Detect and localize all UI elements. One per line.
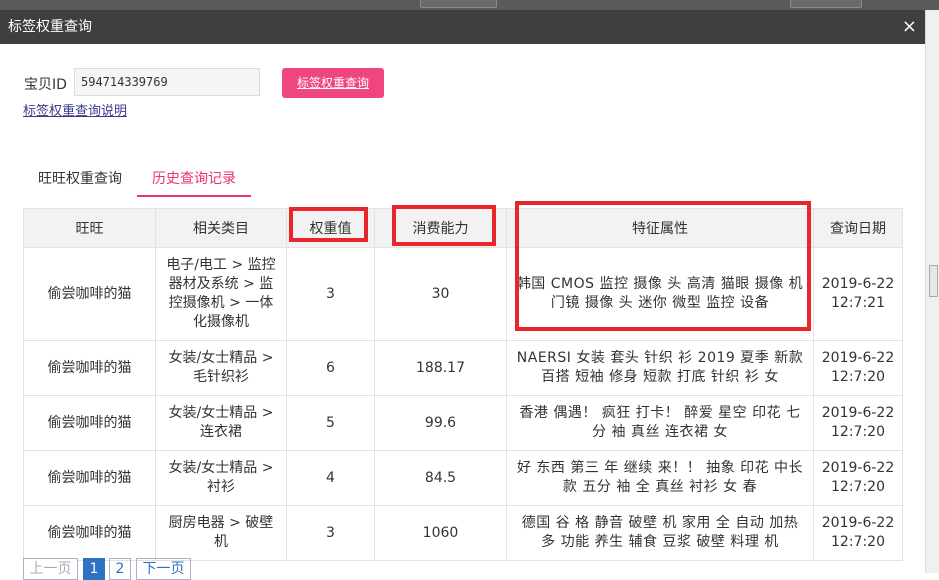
scrollbar-thumb[interactable] bbox=[929, 265, 938, 297]
cell-category: 电子/电工 > 监控器材及系统 > 监控摄像机 > 一体化摄像机 bbox=[155, 247, 287, 341]
next-page-button[interactable]: 下一页 bbox=[136, 558, 191, 580]
cell-wangwang: 偷尝咖啡的猫 bbox=[23, 505, 156, 561]
window-top-strip bbox=[0, 0, 939, 10]
page-2-button[interactable]: 2 bbox=[109, 558, 131, 580]
table-row: 偷尝咖啡的猫 女装/女士精品 > 连衣裙 5 99.6 香港 偶遇！ 疯狂 打卡… bbox=[23, 395, 903, 451]
cell-weight: 6 bbox=[286, 340, 375, 396]
cell-date: 2019-6-22 12:7:20 bbox=[813, 505, 903, 561]
cell-wangwang: 偷尝咖啡的猫 bbox=[23, 450, 156, 506]
prev-page-button[interactable]: 上一页 bbox=[23, 558, 78, 580]
cell-features: 好 东西 第三 年 继续 来！！ 抽象 印花 中长 款 五分 袖 全 真丝 衬衫… bbox=[506, 450, 814, 506]
cell-wangwang: 偷尝咖啡的猫 bbox=[23, 340, 156, 396]
background-button bbox=[420, 0, 497, 8]
header-features: 特征属性 bbox=[506, 208, 814, 248]
cell-date: 2019-6-22 12:7:21 bbox=[813, 247, 903, 341]
item-id-label: 宝贝ID bbox=[24, 77, 67, 93]
header-wangwang: 旺旺 bbox=[23, 208, 156, 248]
page-1-button[interactable]: 1 bbox=[83, 558, 105, 580]
table-header-row: 旺旺 相关类目 权重值 消费能力 特征属性 查询日期 bbox=[23, 208, 903, 248]
cell-weight: 3 bbox=[286, 247, 375, 341]
cell-weight: 3 bbox=[286, 505, 375, 561]
table-row: 偷尝咖啡的猫 女装/女士精品 > 毛针织衫 6 188.17 NAERSI 女装… bbox=[23, 340, 903, 396]
cell-category: 女装/女士精品 > 衬衫 bbox=[155, 450, 287, 506]
close-icon[interactable]: × bbox=[902, 10, 917, 44]
cell-category: 厨房电器 > 破壁机 bbox=[155, 505, 287, 561]
cell-wangwang: 偷尝咖啡的猫 bbox=[23, 395, 156, 451]
cell-date: 2019-6-22 12:7:20 bbox=[813, 395, 903, 451]
table-row: 偷尝咖啡的猫 女装/女士精品 > 衬衫 4 84.5 好 东西 第三 年 继续 … bbox=[23, 450, 903, 506]
header-consumption: 消费能力 bbox=[374, 208, 507, 248]
header-category: 相关类目 bbox=[155, 208, 287, 248]
header-date: 查询日期 bbox=[813, 208, 903, 248]
tab-wangwang-weight[interactable]: 旺旺权重查询 bbox=[38, 168, 122, 188]
weight-query-button[interactable]: 标签权重查询 bbox=[282, 68, 384, 98]
table-row: 偷尝咖啡的猫 厨房电器 > 破壁机 3 1060 德国 谷 格 静音 破壁 机 … bbox=[23, 505, 903, 561]
cell-features: 德国 谷 格 静音 破壁 机 家用 全 自动 加热 多 功能 养生 辅食 豆浆 … bbox=[506, 505, 814, 561]
cell-consumption: 84.5 bbox=[374, 450, 507, 506]
active-tab-indicator bbox=[137, 195, 251, 197]
vertical-scrollbar[interactable] bbox=[925, 10, 939, 573]
tab-history[interactable]: 历史查询记录 bbox=[152, 168, 236, 188]
cell-category: 女装/女士精品 > 毛针织衫 bbox=[155, 340, 287, 396]
header-weight: 权重值 bbox=[286, 208, 375, 248]
history-table: 旺旺 相关类目 权重值 消费能力 特征属性 查询日期 偷尝咖啡的猫 电子/电工 … bbox=[23, 208, 903, 561]
cell-features: 香港 偶遇！ 疯狂 打卡！ 醉爱 星空 印花 七分 袖 真丝 连衣裙 女 bbox=[506, 395, 814, 451]
cell-consumption: 99.6 bbox=[374, 395, 507, 451]
dialog-titlebar: 标签权重查询 × bbox=[0, 10, 925, 44]
cell-consumption: 188.17 bbox=[374, 340, 507, 396]
cell-consumption: 30 bbox=[374, 247, 507, 341]
item-id-input[interactable] bbox=[74, 68, 260, 96]
cell-weight: 4 bbox=[286, 450, 375, 506]
query-help-link[interactable]: 标签权重查询说明 bbox=[23, 100, 127, 119]
dialog-title: 标签权重查询 bbox=[8, 19, 92, 35]
background-button bbox=[790, 0, 862, 8]
cell-category: 女装/女士精品 > 连衣裙 bbox=[155, 395, 287, 451]
cell-weight: 5 bbox=[286, 395, 375, 451]
cell-features: 韩国 CMOS 监控 摄像 头 高清 猫眼 摄像 机 门镜 摄像 头 迷你 微型… bbox=[506, 247, 814, 341]
cell-consumption: 1060 bbox=[374, 505, 507, 561]
cell-wangwang: 偷尝咖啡的猫 bbox=[23, 247, 156, 341]
cell-date: 2019-6-22 12:7:20 bbox=[813, 450, 903, 506]
table-row: 偷尝咖啡的猫 电子/电工 > 监控器材及系统 > 监控摄像机 > 一体化摄像机 … bbox=[23, 247, 903, 341]
cell-date: 2019-6-22 12:7:20 bbox=[813, 340, 903, 396]
cell-features: NAERSI 女装 套头 针织 衫 2019 夏季 新款 百搭 短袖 修身 短款… bbox=[506, 340, 814, 396]
